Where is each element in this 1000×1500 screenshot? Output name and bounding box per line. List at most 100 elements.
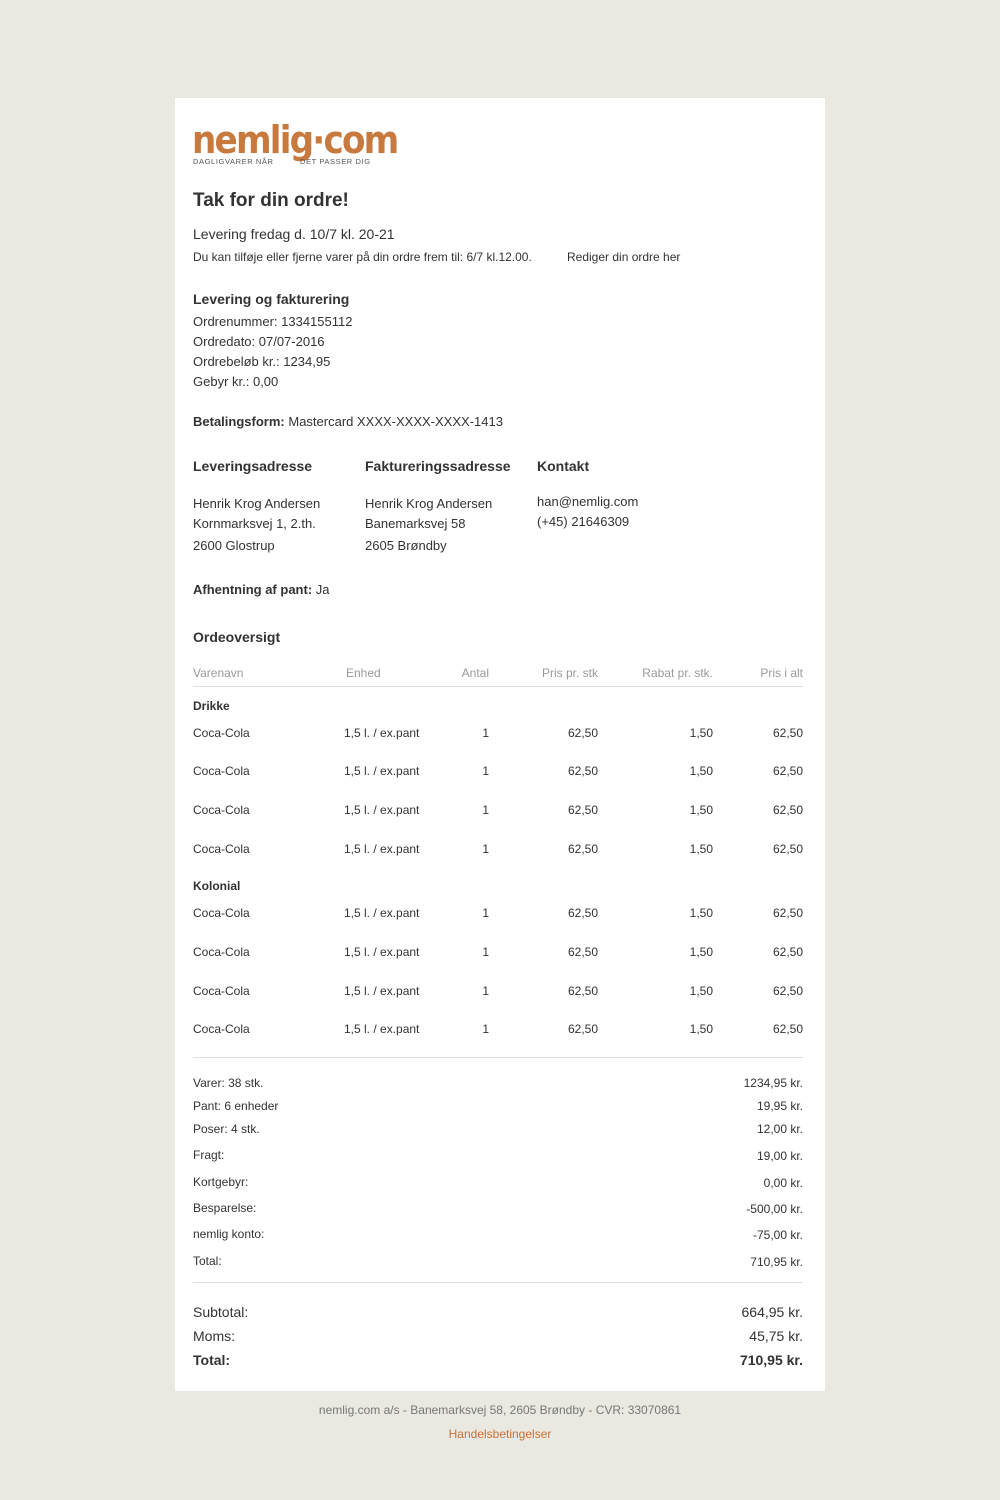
deposit-pickup: Afhentning af pant: Ja <box>193 582 330 597</box>
deposit-pickup-value: Ja <box>315 582 330 597</box>
row-total: 62,50 <box>772 906 803 920</box>
row-unit: 1,5 l. / ex.pant <box>344 764 420 778</box>
summary-deposit-value: 19,95 kr. <box>756 1099 803 1113</box>
payment-method: Betalingsform: Mastercard XXXX-XXXX-XXXX… <box>193 414 503 429</box>
summary-bags-value: 12,00 kr. <box>756 1122 803 1136</box>
row-quantity: 1 <box>482 803 489 817</box>
row-quantity: 1 <box>482 906 489 920</box>
items-divider <box>193 1057 803 1058</box>
column-header-quantity: Antal <box>461 666 489 680</box>
column-header-unit-price: Pris pr. stk <box>541 666 598 680</box>
row-item-name: Coca-Cola <box>193 764 250 778</box>
order-date: Ordredato: 07/07-2016 <box>193 334 325 349</box>
delivery-street: Kornmarksvej 1, 2.th. <box>193 516 316 531</box>
summary-savings-label: Besparelse: <box>193 1201 257 1215</box>
row-unit: 1,5 l. / ex.pant <box>344 1022 420 1036</box>
summary-total-value: 710,95 kr. <box>750 1255 803 1269</box>
row-total: 62,50 <box>772 945 803 959</box>
deposit-pickup-label: Afhentning af pant: <box>193 582 313 597</box>
summary-account-label: nemlig konto: <box>193 1227 265 1241</box>
column-header-unit: Enhed <box>346 666 381 680</box>
contact-email[interactable]: han@nemlig.com <box>537 494 638 509</box>
vat-value: 45,75 kr. <box>749 1328 803 1344</box>
row-total: 62,50 <box>772 726 803 740</box>
header-divider <box>193 686 803 687</box>
row-unit-price: 62,50 <box>567 764 598 778</box>
summary-account-value: -75,00 kr. <box>752 1228 803 1242</box>
group-heading-drikke: Drikke <box>193 699 230 713</box>
group-heading-kolonial: Kolonial <box>193 879 241 893</box>
payment-value: Mastercard XXXX-XXXX-XXXX-1413 <box>288 414 503 429</box>
row-discount: 1,50 <box>689 842 713 856</box>
row-quantity: 1 <box>482 726 489 740</box>
grand-total-value: 710,95 kr. <box>739 1352 803 1368</box>
row-unit: 1,5 l. / ex.pant <box>344 842 420 856</box>
row-quantity: 1 <box>482 945 489 959</box>
row-quantity: 1 <box>482 1022 489 1036</box>
summary-card-fee-label: Kortgebyr: <box>193 1175 249 1189</box>
subtotal-value: 664,95 kr. <box>741 1304 804 1320</box>
row-item-name: Coca-Cola <box>193 842 250 856</box>
logo-tagline-right: DET PASSER DIG <box>300 157 371 166</box>
overview-heading: Ordeoversigt <box>193 629 281 645</box>
row-unit: 1,5 l. / ex.pant <box>344 984 420 998</box>
invoice-city: 2605 Brøndby <box>365 538 447 553</box>
logo-wordmark: nemlig·com <box>192 118 399 162</box>
row-unit: 1,5 l. / ex.pant <box>344 803 420 817</box>
row-discount: 1,50 <box>689 764 713 778</box>
row-unit-price: 62,50 <box>567 984 598 998</box>
subtotal-label: Subtotal: <box>193 1304 249 1320</box>
row-discount: 1,50 <box>689 726 713 740</box>
summary-bags-label: Poser: 4 stk. <box>193 1122 260 1136</box>
row-item-name: Coca-Cola <box>193 906 250 920</box>
row-unit-price: 62,50 <box>567 1022 598 1036</box>
row-unit: 1,5 l. / ex.pant <box>344 726 420 740</box>
footer-terms-row: Handelsbetingelser <box>0 1427 1000 1441</box>
row-unit-price: 62,50 <box>567 945 598 959</box>
row-unit-price: 62,50 <box>567 726 598 740</box>
row-item-name: Coca-Cola <box>193 1022 250 1036</box>
row-item-name: Coca-Cola <box>193 726 250 740</box>
summary-deposit-label: Pant: 6 enheder <box>193 1099 279 1113</box>
row-total: 62,50 <box>772 842 803 856</box>
vat-label: Moms: <box>193 1328 235 1344</box>
row-quantity: 1 <box>482 842 489 856</box>
order-number: Ordrenummer: 1334155112 <box>193 314 353 329</box>
page-title: Tak for din ordre! <box>193 190 349 211</box>
summary-freight-value: 19,00 kr. <box>756 1149 803 1163</box>
summary-freight-label: Fragt: <box>193 1148 225 1162</box>
row-unit-price: 62,50 <box>567 842 598 856</box>
summary-total-label: Total: <box>193 1254 222 1268</box>
invoice-street: Banemarksvej 58 <box>365 516 466 531</box>
order-fee: Gebyr kr.: 0,00 <box>193 374 279 389</box>
row-discount: 1,50 <box>689 803 713 817</box>
summary-items-value: 1234,95 kr. <box>743 1076 803 1090</box>
summary-card-fee-value: 0,00 kr. <box>763 1176 803 1190</box>
order-amount: Ordrebeløb kr.: 1234,95 <box>193 354 331 369</box>
edit-order-link[interactable]: Rediger din ordre her <box>567 250 680 264</box>
row-total: 62,50 <box>772 1022 803 1036</box>
footer-company-info: nemlig.com a/s - Banemarksvej 58, 2605 B… <box>318 1403 682 1417</box>
contact-heading: Kontakt <box>537 458 590 474</box>
summary-items-label: Varer: 38 stk. <box>193 1076 264 1090</box>
row-total: 62,50 <box>772 764 803 778</box>
row-unit: 1,5 l. / ex.pant <box>344 945 420 959</box>
row-quantity: 1 <box>482 764 489 778</box>
row-total: 62,50 <box>772 984 803 998</box>
row-item-name: Coca-Cola <box>193 803 250 817</box>
delivery-address-heading: Leveringsadresse <box>193 458 313 474</box>
row-discount: 1,50 <box>689 1022 713 1036</box>
edit-note: Du kan tilføje eller fjerne varer på din… <box>193 250 532 264</box>
logo-tagline-left: DAGLIGVARER NÅR <box>193 157 274 166</box>
row-discount: 1,50 <box>689 906 713 920</box>
row-unit: 1,5 l. / ex.pant <box>344 906 420 920</box>
row-discount: 1,50 <box>689 984 713 998</box>
delivery-time: Levering fredag d. 10/7 kl. 20-21 <box>193 226 395 242</box>
column-header-name: Varenavn <box>193 666 244 680</box>
row-discount: 1,50 <box>689 945 713 959</box>
terms-link[interactable]: Handelsbetingelser <box>449 1427 552 1441</box>
summary-divider <box>193 1282 803 1283</box>
contact-phone[interactable]: (+45) 21646309 <box>537 514 629 529</box>
invoice-name: Henrik Krog Andersen <box>365 496 493 511</box>
row-quantity: 1 <box>482 984 489 998</box>
